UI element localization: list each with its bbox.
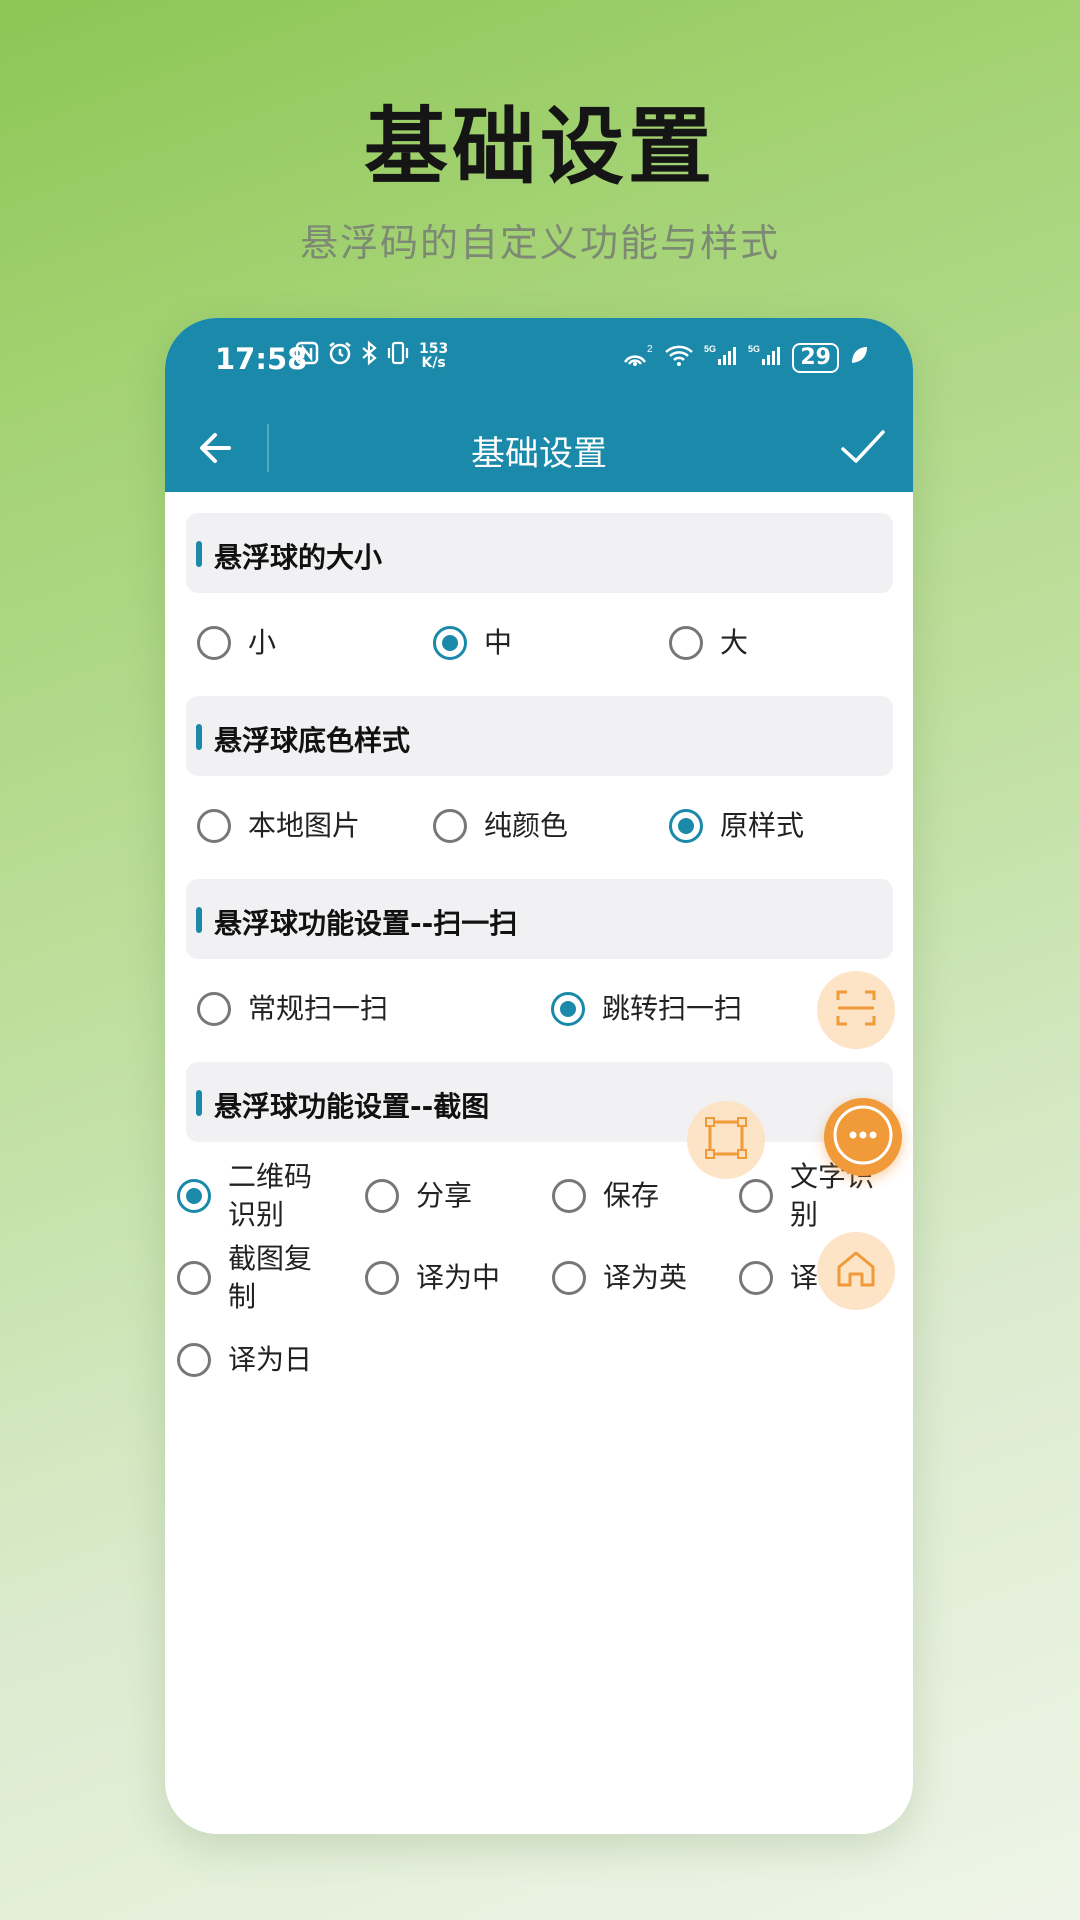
scan-icon — [832, 984, 880, 1036]
section-header-screenshot: 悬浮球功能设置--截图 — [186, 1062, 893, 1142]
bluetooth-icon — [361, 340, 377, 372]
radio-checked-icon — [551, 992, 585, 1026]
promo-subtitle: 悬浮码的自定义功能与样式 — [299, 221, 780, 265]
radio-bg-solid-color[interactable]: 纯颜色 — [433, 807, 568, 845]
radio-label: 原样式 — [720, 809, 805, 842]
radio-shot-qr[interactable]: 二维码识别 — [177, 1158, 320, 1234]
radio-label: 中 — [484, 626, 513, 659]
radio-label: 本地图片 — [248, 809, 361, 842]
battery-icon: 29 — [792, 343, 839, 373]
section-title: 悬浮球的大小 — [214, 541, 383, 574]
radio-unchecked-icon — [197, 809, 231, 843]
nfc-icon — [295, 341, 319, 371]
section-header-size: 悬浮球的大小 — [186, 513, 893, 593]
float-scan-button[interactable] — [817, 971, 895, 1049]
radio-shot-share[interactable]: 分享 — [365, 1177, 472, 1215]
radio-unchecked-icon — [552, 1261, 586, 1295]
svg-text:5G: 5G — [704, 344, 716, 354]
section-accent-bar — [196, 724, 202, 750]
radio-unchecked-icon — [177, 1343, 211, 1377]
section-accent-bar — [196, 907, 202, 933]
more-dots-icon — [830, 1102, 896, 1172]
radio-label: 常规扫一扫 — [248, 992, 389, 1025]
radio-label: 译为日 — [228, 1343, 313, 1376]
radio-unchecked-icon — [365, 1179, 399, 1213]
radio-unchecked-icon — [433, 809, 467, 843]
hotspot-icon: 2 — [620, 342, 654, 374]
radio-shot-copy[interactable]: 截图复制 — [177, 1240, 320, 1316]
toolbar-title: 基础设置 — [471, 434, 607, 474]
checkmark-icon[interactable] — [837, 422, 889, 474]
radio-shot-translate-partial[interactable]: 译 — [739, 1259, 818, 1297]
status-icons-left: 153 K/s — [295, 340, 448, 372]
signal-5g-icon: 5G — [748, 343, 782, 373]
crop-icon — [702, 1114, 750, 1166]
svg-text:5G: 5G — [748, 344, 760, 354]
status-icons-right: 2 5G 5G 29 — [620, 342, 869, 374]
section-title: 悬浮球底色样式 — [214, 724, 411, 757]
radio-checked-icon — [433, 626, 467, 660]
radio-unchecked-icon — [739, 1261, 773, 1295]
radio-label: 跳转扫一扫 — [602, 992, 743, 1025]
radio-label: 纯颜色 — [484, 809, 569, 842]
leaf-icon — [849, 344, 869, 372]
toolbar: 基础设置 — [165, 404, 913, 492]
radio-label: 译为中 — [416, 1261, 501, 1294]
section-title: 悬浮球功能设置--截图 — [214, 1090, 490, 1123]
net-speed: 153 K/s — [419, 341, 449, 371]
radio-unchecked-icon — [197, 992, 231, 1026]
radio-label: 译 — [790, 1261, 819, 1294]
radio-bg-local-image[interactable]: 本地图片 — [197, 807, 360, 845]
radio-unchecked-icon — [197, 626, 231, 660]
phone-screen: 17:58 153 K/s 2 5G 5G 29 基础设置 悬浮球的大小 小 中… — [165, 318, 913, 1834]
radio-checked-icon — [669, 809, 703, 843]
radio-scan-jump[interactable]: 跳转扫一扫 — [551, 990, 742, 1028]
radio-label: 分享 — [416, 1179, 473, 1212]
radio-size-small[interactable]: 小 — [197, 624, 276, 662]
status-bar: 17:58 153 K/s 2 5G 5G 29 — [165, 318, 913, 404]
status-time: 17:58 — [215, 342, 308, 376]
float-home-button[interactable] — [817, 1232, 895, 1310]
section-header-scan: 悬浮球功能设置--扫一扫 — [186, 879, 893, 959]
section-accent-bar — [196, 541, 202, 567]
radio-scan-normal[interactable]: 常规扫一扫 — [197, 990, 388, 1028]
radio-unchecked-icon — [365, 1261, 399, 1295]
promo-title: 基础设置 — [363, 98, 716, 196]
section-accent-bar — [196, 1090, 202, 1116]
radio-label: 大 — [720, 626, 749, 659]
radio-shot-to-english[interactable]: 译为英 — [552, 1259, 687, 1297]
radio-label: 截图复制 — [228, 1242, 313, 1313]
radio-size-large[interactable]: 大 — [669, 624, 748, 662]
home-icon — [833, 1246, 879, 1296]
radio-shot-save[interactable]: 保存 — [552, 1177, 659, 1215]
radio-bg-original[interactable]: 原样式 — [669, 807, 804, 845]
float-ball-main[interactable] — [824, 1098, 902, 1176]
radio-unchecked-icon — [669, 626, 703, 660]
radio-size-medium[interactable]: 中 — [433, 624, 512, 662]
radio-shot-to-japanese[interactable]: 译为日 — [177, 1341, 312, 1379]
radio-label: 译为英 — [603, 1261, 688, 1294]
radio-label: 小 — [248, 626, 277, 659]
float-screenshot-button[interactable] — [687, 1101, 765, 1179]
svg-text:2: 2 — [647, 344, 653, 355]
radio-shot-to-chinese[interactable]: 译为中 — [365, 1259, 500, 1297]
vibrate-icon — [385, 340, 411, 372]
radio-label: 二维码识别 — [228, 1160, 313, 1231]
radio-unchecked-icon — [739, 1179, 773, 1213]
section-header-bg-style: 悬浮球底色样式 — [186, 696, 893, 776]
radio-checked-icon — [177, 1179, 211, 1213]
radio-unchecked-icon — [177, 1261, 211, 1295]
alarm-icon — [327, 340, 353, 372]
section-title: 悬浮球功能设置--扫一扫 — [214, 907, 518, 940]
radio-label: 保存 — [603, 1179, 660, 1212]
radio-unchecked-icon — [552, 1179, 586, 1213]
wifi-icon — [664, 343, 694, 373]
signal-5g-icon: 5G — [704, 343, 738, 373]
